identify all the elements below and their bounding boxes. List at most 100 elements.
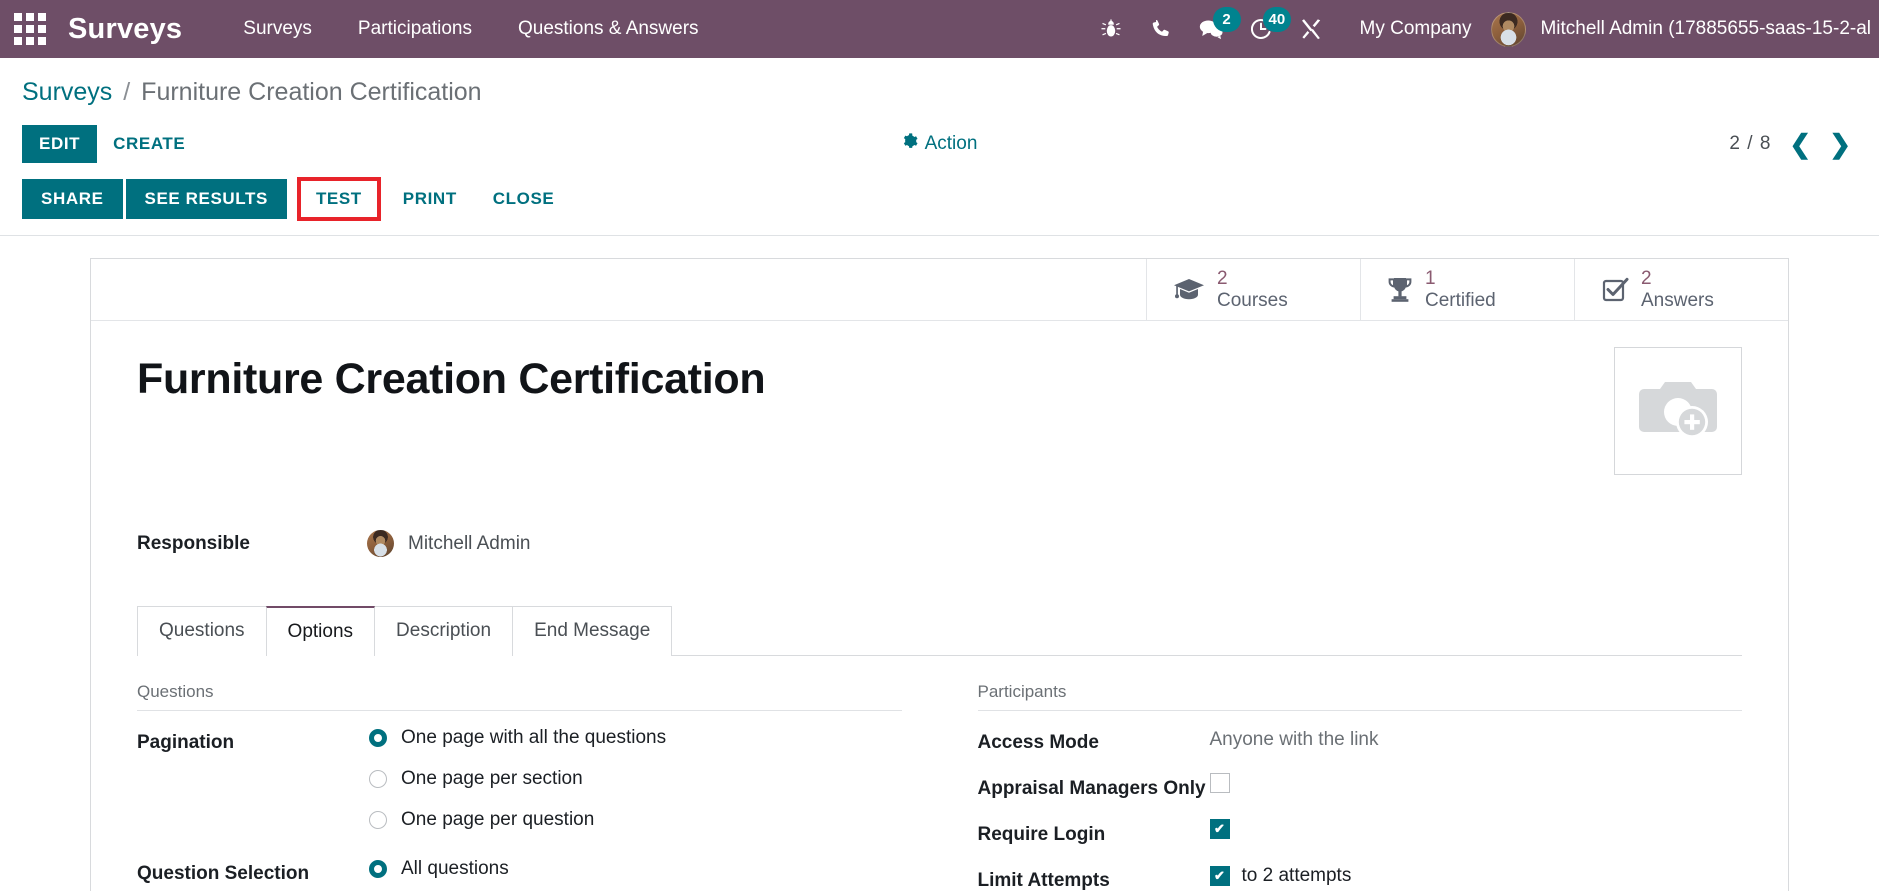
page-title: Furniture Creation Certification bbox=[137, 355, 766, 403]
pagination-choice-2-label: One page per question bbox=[401, 809, 595, 830]
create-button[interactable]: CREATE bbox=[97, 125, 201, 163]
appraisal-managers-only-row: Appraisal Managers Only bbox=[978, 773, 1743, 811]
form-sheet-wrapper: 2 Courses 1 Certified 2 Answers Furnitur… bbox=[0, 236, 1879, 891]
limit-attempts-label: Limit Attempts bbox=[977, 870, 1110, 891]
question-selection-choice-0-label: All questions bbox=[401, 858, 509, 879]
require-login-label: Require Login bbox=[977, 824, 1106, 845]
tab-options[interactable]: Options bbox=[265, 606, 376, 656]
pagination-choice-per-section[interactable]: One page per section bbox=[369, 768, 902, 790]
menu-item-surveys[interactable]: Surveys bbox=[220, 18, 335, 40]
pager-count: 2 / 8 bbox=[1729, 133, 1772, 154]
stat-value-courses: 2 bbox=[1217, 267, 1228, 289]
notebook-tabs: Questions Options Description End Messag… bbox=[137, 605, 1742, 656]
limit-attempts-row: Limit Attempts ✔ to 2 attempts bbox=[978, 865, 1743, 891]
chevron-left-icon[interactable]: ❮ bbox=[1789, 131, 1811, 157]
radio-icon[interactable] bbox=[369, 729, 387, 747]
tab-questions[interactable]: Questions bbox=[137, 606, 267, 656]
see-results-button[interactable]: SEE RESULTS bbox=[125, 179, 287, 219]
stat-button-answers[interactable]: 2 Answers bbox=[1574, 259, 1788, 320]
checkbox-check-icon bbox=[1601, 276, 1629, 304]
navbar-right-cluster: 2 40 My Company Mitchell Admin (17885655… bbox=[1086, 0, 1879, 58]
menu-item-participations[interactable]: Participations bbox=[335, 18, 495, 40]
question-selection-row: Question Selection All questions bbox=[137, 858, 902, 891]
app-brand-title[interactable]: Surveys bbox=[68, 13, 182, 46]
tools-wrench-icon[interactable] bbox=[1286, 0, 1336, 58]
stat-value-certified: 1 bbox=[1425, 267, 1436, 289]
pagination-row: Pagination One page with all the questio… bbox=[137, 727, 902, 850]
pagination-choice-1-label: One page per section bbox=[401, 768, 583, 789]
access-mode-value[interactable]: Anyone with the link bbox=[1210, 727, 1743, 751]
chevron-right-icon[interactable]: ❯ bbox=[1829, 131, 1851, 157]
pagination-label: Pagination bbox=[137, 732, 235, 753]
title-row: Furniture Creation Certification bbox=[137, 347, 1742, 475]
pagination-choice-0-label: One page with all the questions bbox=[401, 727, 667, 748]
responsible-avatar bbox=[367, 530, 394, 557]
responsible-value[interactable]: Mitchell Admin bbox=[367, 530, 531, 557]
responsible-field-row: Responsible Mitchell Admin bbox=[137, 530, 1742, 557]
form-sheet: 2 Courses 1 Certified 2 Answers Furnitur… bbox=[90, 258, 1789, 891]
close-button[interactable]: CLOSE bbox=[475, 179, 573, 219]
phone-icon[interactable] bbox=[1136, 0, 1186, 58]
access-mode-row: Access Mode Anyone with the link bbox=[978, 727, 1743, 765]
share-button[interactable]: SHARE bbox=[22, 179, 123, 219]
responsible-name: Mitchell Admin bbox=[408, 532, 531, 554]
test-button[interactable]: TEST bbox=[302, 182, 376, 216]
appraisal-managers-only-checkbox[interactable] bbox=[1209, 773, 1230, 793]
record-pager: 2 / 8 ❮ ❯ bbox=[1729, 131, 1857, 157]
stat-button-courses[interactable]: 2 Courses bbox=[1146, 259, 1360, 320]
pagination-choices: One page with all the questions One page… bbox=[369, 727, 902, 850]
tab-end-message[interactable]: End Message bbox=[512, 606, 673, 656]
stat-button-certified[interactable]: 1 Certified bbox=[1360, 259, 1574, 320]
user-name-label: Mitchell Admin (17885655-saas-15-2-al bbox=[1540, 18, 1871, 39]
action-menu-button[interactable]: Action bbox=[902, 133, 978, 155]
edit-button[interactable]: EDIT bbox=[22, 125, 98, 163]
camera-add-icon[interactable] bbox=[1614, 347, 1742, 475]
bug-icon[interactable] bbox=[1086, 0, 1136, 58]
radio-icon[interactable] bbox=[369, 811, 387, 829]
tab-description[interactable]: Description bbox=[374, 606, 514, 656]
print-button[interactable]: PRINT bbox=[385, 179, 475, 219]
activities-clock-icon[interactable]: 40 bbox=[1236, 0, 1292, 58]
stat-button-row: 2 Courses 1 Certified 2 Answers bbox=[91, 259, 1788, 321]
radio-icon[interactable] bbox=[369, 860, 387, 878]
radio-icon[interactable] bbox=[369, 770, 387, 788]
messages-icon[interactable]: 2 bbox=[1186, 0, 1241, 58]
control-panel: EDIT CREATE Action 2 / 8 ❮ ❯ bbox=[0, 117, 1879, 177]
group-title-participants: Participants bbox=[977, 682, 1742, 711]
apps-grid-icon[interactable] bbox=[8, 7, 52, 51]
avatar bbox=[1491, 11, 1527, 47]
stat-text-certified: 1 Certified bbox=[1425, 268, 1496, 312]
options-right-column: Participants Access Mode Anyone with the… bbox=[977, 682, 1743, 891]
breadcrumb-root[interactable]: Surveys bbox=[22, 78, 112, 106]
record-action-buttons: SHARE SEE RESULTS TEST PRINT CLOSE bbox=[0, 177, 1879, 236]
stat-text-courses: 2 Courses bbox=[1217, 268, 1288, 312]
require-login-control: ✔ bbox=[1209, 819, 1743, 839]
require-login-checkbox[interactable]: ✔ bbox=[1209, 819, 1230, 839]
question-selection-choices: All questions bbox=[369, 858, 902, 891]
appraisal-managers-only-label: Appraisal Managers Only bbox=[977, 778, 1206, 799]
options-panel: Questions Pagination One page with all t… bbox=[137, 656, 1742, 891]
top-navbar: Surveys Surveys Participations Questions… bbox=[0, 0, 1879, 58]
limit-attempts-checkbox[interactable]: ✔ bbox=[1209, 866, 1230, 886]
pagination-choice-per-question[interactable]: One page per question bbox=[369, 809, 902, 831]
graduation-cap-icon bbox=[1173, 277, 1205, 303]
question-selection-choice-all[interactable]: All questions bbox=[369, 858, 902, 880]
stat-value-answers: 2 bbox=[1641, 267, 1652, 289]
user-menu[interactable]: Mitchell Admin (17885655-saas-15-2-al bbox=[1491, 11, 1879, 47]
company-switcher[interactable]: My Company bbox=[1336, 18, 1492, 40]
stat-label-courses: Courses bbox=[1217, 289, 1288, 311]
require-login-row: Require Login ✔ bbox=[978, 819, 1743, 857]
access-mode-label: Access Mode bbox=[977, 732, 1099, 753]
question-selection-label: Question Selection bbox=[137, 863, 310, 884]
pagination-choice-all-questions[interactable]: One page with all the questions bbox=[369, 727, 902, 749]
limit-attempts-control: ✔ to 2 attempts bbox=[1209, 865, 1743, 887]
group-title-questions: Questions bbox=[137, 682, 902, 711]
breadcrumb-separator: / bbox=[123, 78, 131, 106]
breadcrumb-current: Furniture Creation Certification bbox=[141, 78, 482, 106]
stat-text-answers: 2 Answers bbox=[1641, 268, 1714, 312]
action-label: Action bbox=[924, 133, 978, 154]
trophy-icon bbox=[1387, 276, 1413, 304]
menu-item-questions-answers[interactable]: Questions & Answers bbox=[495, 18, 722, 40]
gear-icon bbox=[902, 133, 918, 155]
stat-label-certified: Certified bbox=[1425, 289, 1496, 311]
